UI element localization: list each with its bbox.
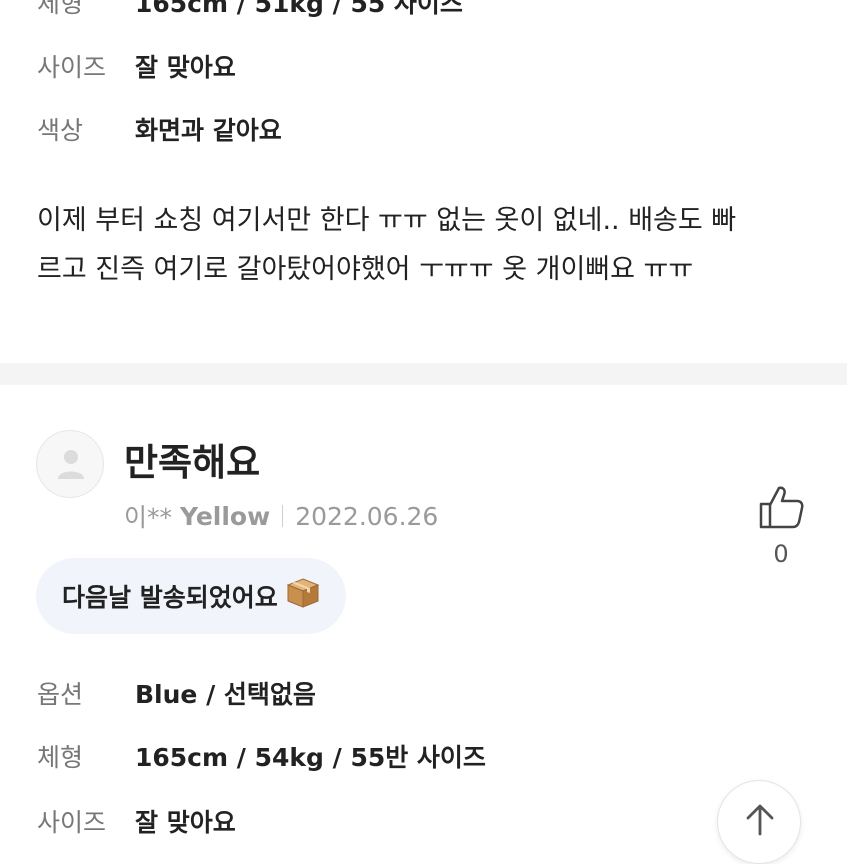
- like-count: 0: [773, 540, 789, 568]
- review1-body-line: 르고 진즉 여기로 갈아탔어야했어 ㅜㅠㅠ 옷 개이뻐요 ㅠㅠ: [37, 254, 694, 285]
- delivery-chip: 다음날 발송되었어요: [36, 558, 346, 634]
- row-label: 옵션: [37, 680, 84, 709]
- user-silhouette-icon: [58, 450, 84, 479]
- row-label: 체형: [37, 743, 84, 772]
- arrow-up-icon: [746, 804, 774, 836]
- package-box-icon: [286, 577, 320, 615]
- section-divider: [0, 363, 847, 385]
- row-value: 165cm / 51kg / 55 사이즈: [135, 0, 463, 18]
- review2-row-size: 사이즈 잘 맞아요: [37, 801, 236, 841]
- review1-body-line: 이제 부터 쇼칭 여기서만 한다 ㅠㅠ 없는 옷이 없네.. 배송도 빠: [37, 205, 737, 236]
- meta-separator: [282, 505, 284, 527]
- like-button[interactable]: 0: [752, 484, 810, 574]
- review2-row-body: 체형 165cm / 54kg / 55반 사이즈: [37, 736, 486, 776]
- review1-row-color: 색상 화면과 같아요: [37, 109, 282, 149]
- review-title: 만족해요: [124, 441, 261, 484]
- avatar: [36, 430, 104, 498]
- row-value: 잘 맞아요: [135, 53, 236, 82]
- scroll-top-button[interactable]: [717, 780, 801, 864]
- row-value: 잘 맞아요: [135, 808, 236, 837]
- member-level: Yellow: [180, 501, 271, 531]
- review1-row-size: 사이즈 잘 맞아요: [37, 46, 236, 86]
- review-meta: 이** Yellow 2022.06.26: [124, 499, 438, 533]
- review2-row-option: 옵션 Blue / 선택없음: [37, 673, 316, 713]
- author-name: 이**: [124, 503, 173, 532]
- chip-label: 다음날 발송되었어요: [62, 583, 278, 612]
- row-value: Blue / 선택없음: [135, 680, 316, 709]
- row-label: 사이즈: [37, 808, 107, 837]
- review-date: 2022.06.26: [295, 501, 439, 531]
- row-value: 165cm / 54kg / 55반 사이즈: [135, 743, 486, 772]
- row-label: 색상: [37, 116, 84, 145]
- row-value: 화면과 같아요: [135, 116, 282, 145]
- review1-row-body: 체형 165cm / 51kg / 55 사이즈: [37, 0, 463, 22]
- review1-body: 이제 부터 쇼칭 여기서만 한다 ㅠㅠ 없는 옷이 없네.. 배송도 빠 르고 …: [37, 196, 817, 294]
- row-label: 체형: [37, 0, 84, 18]
- row-label: 사이즈: [37, 53, 107, 82]
- thumbs-up-icon: [759, 486, 804, 529]
